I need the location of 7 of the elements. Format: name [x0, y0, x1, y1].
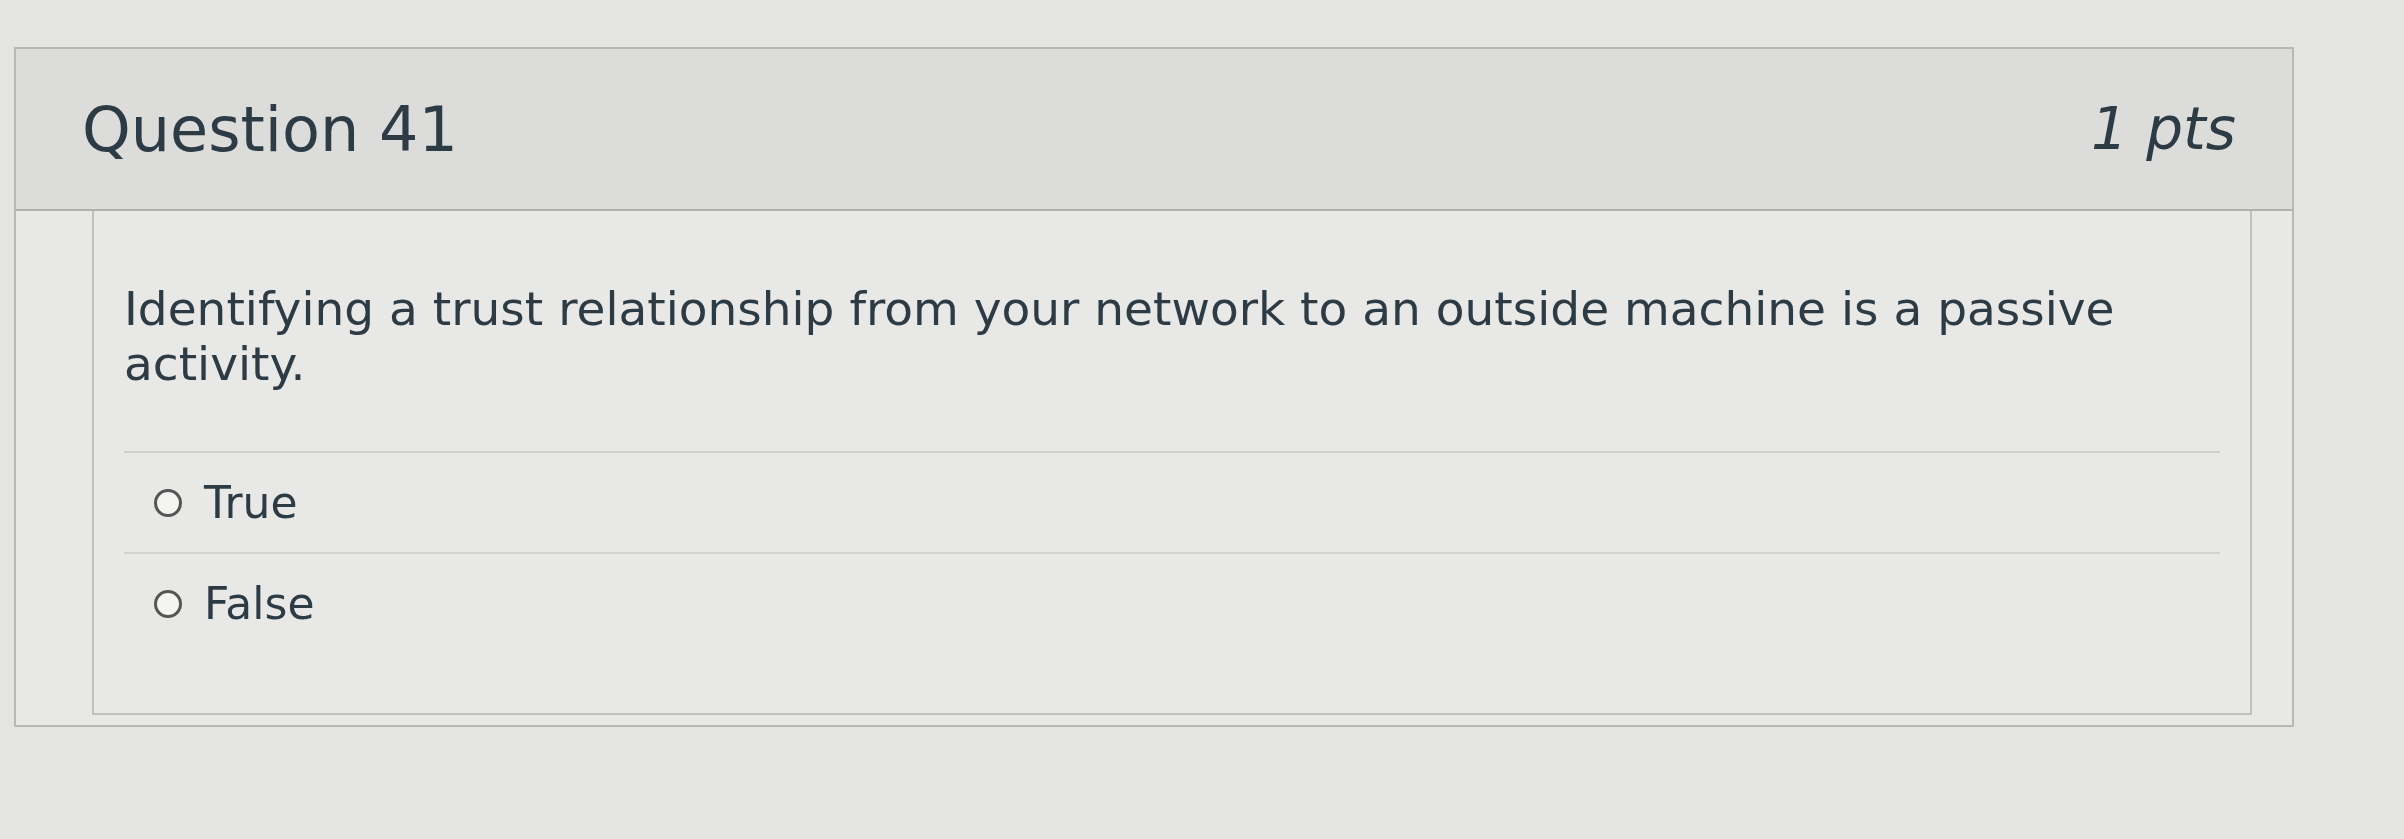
- radio-button[interactable]: [154, 589, 182, 618]
- question-title: Question 41: [82, 92, 458, 166]
- points-label: 1 pts: [2090, 95, 2236, 163]
- answer-label[interactable]: True: [204, 477, 298, 528]
- question-text: Identifying a trust relationship from your network to an outside machine is a passive activity.: [124, 281, 2220, 453]
- answer-label[interactable]: False: [204, 578, 315, 629]
- radio-button[interactable]: [154, 488, 182, 517]
